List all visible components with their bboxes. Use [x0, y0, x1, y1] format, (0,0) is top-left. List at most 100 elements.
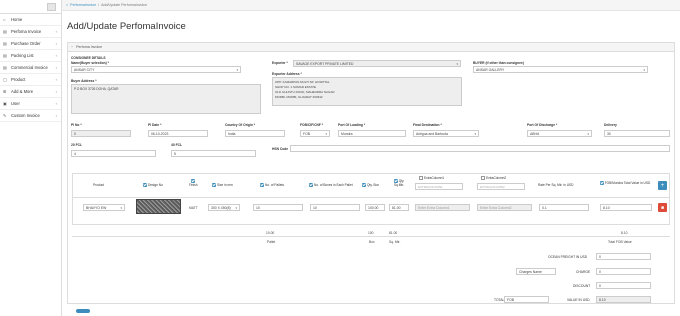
- home-icon[interactable]: ⌂: [66, 3, 68, 7]
- final-destination-value: Antigua and Barbuda: [416, 131, 448, 136]
- sidebar-item-perfoma-invoice[interactable]: ▤ Perfoma Invoice ‹: [0, 26, 61, 38]
- ocean-freight-input[interactable]: 0: [596, 253, 651, 260]
- value-usd-label: VALUE IN USD: [567, 298, 590, 302]
- checkbox-icon: [190, 179, 195, 184]
- buyer-address-label: Buyer Address *: [71, 79, 97, 83]
- boxes-input[interactable]: 10: [310, 204, 360, 211]
- buyer-name-label: Name(Buyer selection) *: [71, 61, 109, 65]
- buyer-other-select[interactable]: ANSAR GALLERY ▾: [473, 66, 648, 73]
- header-design[interactable]: Design No: [143, 183, 163, 188]
- value-usd-input[interactable]: 8.10: [596, 296, 651, 303]
- fcl20-input[interactable]: 4: [71, 150, 156, 157]
- header-boxes[interactable]: No. of Boxes in Each Pallet: [309, 183, 353, 188]
- header-extra1[interactable]: ExtraColumn1: [419, 176, 444, 181]
- header-fob-total[interactable]: FOB/Mundra Total Value in USD: [599, 181, 651, 186]
- fob-total-input[interactable]: 8.10: [600, 204, 652, 211]
- sidebar-item-user[interactable]: ▣ User ‹: [0, 98, 61, 110]
- sum-qty-sqmtr: 81.00: [389, 231, 398, 235]
- sidebar-item-product[interactable]: ▢ Product ‹: [0, 74, 61, 86]
- finish-value: MATT: [189, 206, 198, 210]
- origin-input[interactable]: India: [225, 130, 285, 137]
- sidebar-item-purchase-order[interactable]: ▤ Purchase Order ‹: [0, 38, 61, 50]
- sidebar-item-label: Custom Invoice: [11, 113, 40, 118]
- header-design-label: Design No: [148, 183, 163, 187]
- product-select[interactable]: BHAVYO EW ▾: [83, 204, 125, 211]
- sidebar-item-home[interactable]: ⌂ Home: [0, 14, 61, 26]
- extra1-name-input[interactable]: EXTRACOLUMN1: [415, 183, 463, 190]
- header-finish[interactable]: Finish: [189, 179, 198, 187]
- hsn-code-input[interactable]: [290, 145, 670, 152]
- ocean-freight-label: OCEAN FREIGHT IN USD: [548, 255, 588, 259]
- add-row-button[interactable]: +: [658, 181, 667, 190]
- delete-row-button[interactable]: ■: [658, 203, 667, 212]
- delivery-label: Delivery: [604, 123, 617, 127]
- discount-input[interactable]: 0: [596, 282, 651, 289]
- total-label: TOTAL: [494, 298, 505, 302]
- total-mode-input[interactable]: FOB: [504, 296, 549, 303]
- checkbox-icon: [309, 183, 313, 188]
- minus-icon[interactable]: −: [71, 45, 73, 49]
- hsn-code-label: HSN Code: [272, 147, 289, 151]
- extra2-input[interactable]: Enter Extra Column2: [477, 204, 532, 211]
- delivery-input[interactable]: 30: [604, 130, 670, 137]
- exporter-select[interactable]: SAVAGE EXPORT PRIVATE LIMITED ▾: [293, 60, 461, 67]
- pi-date-input[interactable]: 06-10-2023: [148, 130, 208, 137]
- fcl40-input[interactable]: 5: [171, 150, 256, 157]
- final-destination-label: Final Destination *: [413, 123, 442, 127]
- header-pallets-label: No. of Pallets: [265, 183, 284, 187]
- header-qty-box[interactable]: Qty. Box: [362, 183, 379, 188]
- discharge-value: ABHA: [530, 131, 540, 136]
- header-extra2-label: ExtraColumn2: [486, 176, 507, 180]
- qty-box-input[interactable]: 100.00: [365, 204, 385, 211]
- sidebar-item-custom-invoice[interactable]: ✎ Custom Invoice ‹: [0, 110, 61, 122]
- buyer-other-label: BUYER (if other than consignee): [473, 61, 524, 65]
- buyer-name-select[interactable]: ANSAR CITY ▾: [71, 66, 241, 73]
- extra1-input[interactable]: Enter Extra Column1: [415, 204, 470, 211]
- sidebar-menu: ⌂ Home ▤ Perfoma Invoice ‹ ▤ Purchase Order ‹…: [0, 14, 61, 122]
- rate-input[interactable]: 0.1: [539, 204, 589, 211]
- header-size[interactable]: Size in mm: [212, 183, 233, 188]
- plus-icon: +: [660, 182, 665, 189]
- buyer-address-textarea[interactable]: P.O BOX 3726 DOHA, QATAR: [71, 84, 261, 114]
- home-icon: ⌂: [3, 17, 6, 22]
- save-button[interactable]: [76, 309, 90, 313]
- chevron-left-icon: ‹: [55, 89, 57, 94]
- header-pallets[interactable]: No. of Pallets: [260, 183, 284, 188]
- size-value: 300 X 450(8): [211, 205, 231, 210]
- extra2-name-input[interactable]: EXTRACOLUMN2: [477, 183, 525, 190]
- fcl20-label: 20 FCL: [71, 143, 82, 147]
- consignee-section-title: CONSIGNEE DETAILS: [71, 56, 106, 60]
- sidebar-toggle-button[interactable]: [47, 3, 56, 11]
- sidebar-item-label: Product: [11, 77, 26, 82]
- breadcrumb-link[interactable]: Performainvoice: [70, 3, 96, 7]
- exporter-label: Exporter *: [272, 61, 288, 65]
- size-select[interactable]: 300 X 450(8) ▾: [208, 204, 240, 211]
- final-destination-select[interactable]: Antigua and Barbuda ▾: [413, 130, 479, 137]
- checkbox-icon: [143, 183, 147, 188]
- sidebar-item-packing-list[interactable]: ▤ Packing List ‹: [0, 50, 61, 62]
- chevron-left-icon: ‹: [55, 29, 57, 34]
- sidebar-item-add-more[interactable]: ⊞ Add & More ‹: [0, 86, 61, 98]
- discharge-label: Port Of Discharge *: [527, 123, 558, 127]
- loading-input[interactable]: Mundra: [338, 130, 406, 137]
- pi-no-input[interactable]: 0: [71, 130, 131, 137]
- sum-pallets: 10.00: [266, 231, 275, 235]
- breadcrumb: ⌂ Performainvoice / Add/Update Performai…: [62, 0, 680, 11]
- sum-box-unit: Box: [369, 240, 375, 244]
- charge-input[interactable]: 0: [596, 268, 651, 275]
- chevron-left-icon: ‹: [55, 41, 57, 46]
- breadcrumb-current: Add/Update Performainvoice: [101, 3, 148, 7]
- chevron-down-icon: ▾: [643, 67, 645, 72]
- discharge-select[interactable]: ABHA ▾: [527, 130, 592, 137]
- charges-name-input[interactable]: Charges Name: [516, 268, 556, 275]
- sidebar-item-label: Packing List: [11, 53, 34, 58]
- sidebar-item-commercial-invoice[interactable]: ▤ Commercial Invoice ‹: [0, 62, 61, 74]
- qty-sqmtr-input[interactable]: 81.00: [389, 204, 409, 211]
- pi-no-label: PI No *: [71, 123, 82, 127]
- fob-select[interactable]: FOB ▾: [300, 130, 330, 137]
- pallets-input[interactable]: 10: [253, 204, 303, 211]
- header-extra2[interactable]: ExtraColumn2: [481, 176, 507, 181]
- exporter-address-textarea[interactable]: OPP. KAMARPAN MULTI SP. HOSPITAL SHOP NO…: [272, 77, 462, 106]
- header-qty-sqmtr[interactable]: Qty. Sq.Mtr.: [389, 179, 409, 187]
- exporter-value: SAVAGE EXPORT PRIVATE LIMITED: [296, 61, 354, 66]
